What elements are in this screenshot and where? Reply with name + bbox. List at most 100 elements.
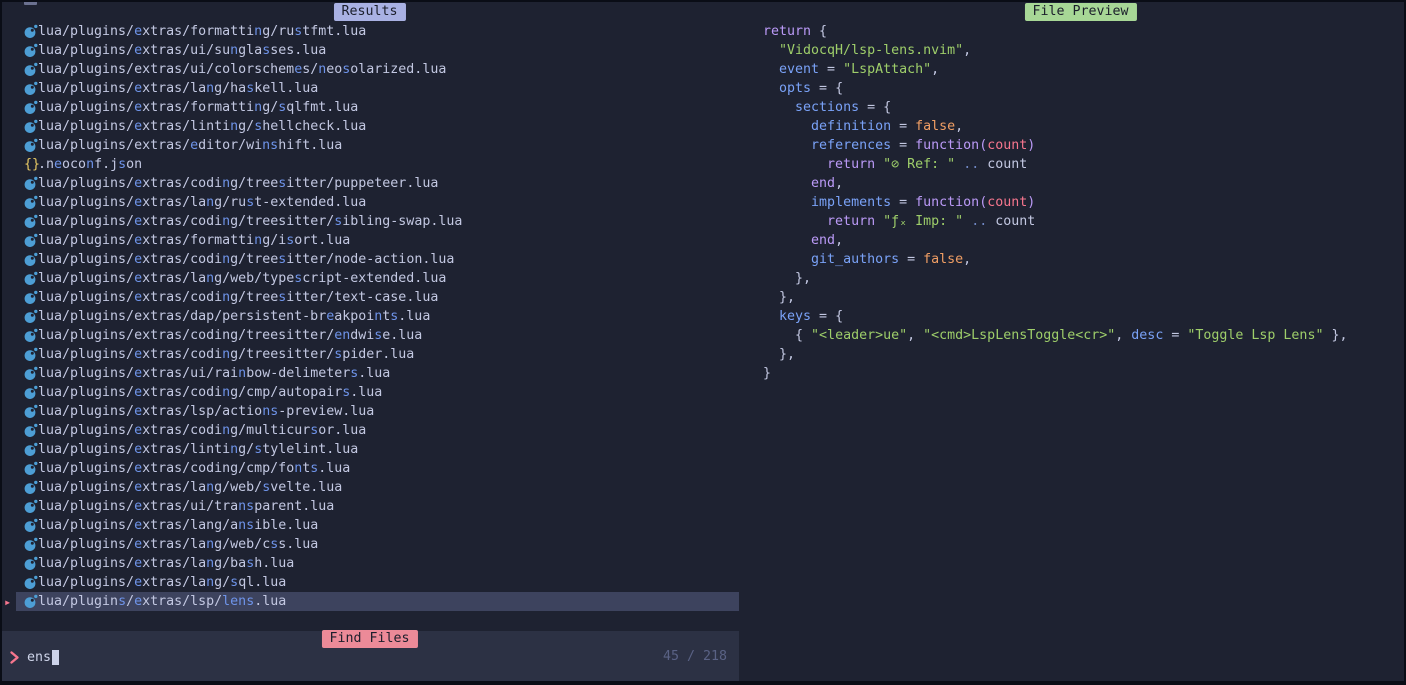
match-char: e — [134, 43, 142, 58]
result-item[interactable]: lua/plugins/extras/coding/treesitter/tex… — [0, 288, 739, 307]
lua-icon — [24, 347, 38, 362]
lua-icon — [24, 252, 38, 267]
result-item[interactable]: lua/plugins/extras/coding/treesitter/end… — [0, 326, 739, 345]
result-item[interactable]: lua/plugins/extras/lang/web/svelte.lua — [0, 478, 739, 497]
result-item[interactable]: lua/plugins/extras/coding/multicursor.lu… — [0, 421, 739, 440]
result-item[interactable]: lua/plugins/extras/coding/treesitter/spi… — [0, 345, 739, 364]
path-segment: qlfmt.lua — [286, 100, 358, 115]
code-token: = — [899, 252, 923, 267]
code-token — [955, 157, 963, 172]
match-char: e — [134, 176, 142, 191]
path-segment: tylelint.lua — [262, 442, 358, 457]
lua-icon — [24, 100, 38, 115]
path-segment: g/ru — [214, 195, 246, 210]
result-item[interactable]: lua/plugins/extras/lang/bash.lua — [0, 554, 739, 573]
result-item[interactable]: lua/plugins/extras/dap/persistent-breakp… — [0, 307, 739, 326]
match-char: n — [206, 556, 214, 571]
result-path: lua/plugins/extras/lang/haskell.lua — [38, 81, 318, 96]
lua-icon — [24, 214, 38, 229]
result-item[interactable]: lua/plugins/extras/lang/sql.lua — [0, 573, 739, 592]
result-item[interactable]: lua/plugins/extras/ui/rainbow-delimeters… — [0, 364, 739, 383]
path-segment: xtras/la — [142, 556, 206, 571]
result-path: lua/plugins/extras/coding/multicursor.lu… — [38, 423, 366, 438]
result-item[interactable]: lua/plugins/extras/formatting/rustfmt.lu… — [0, 22, 739, 41]
path-segment: xtras/formatti — [142, 100, 254, 115]
preview-code-line: return "⊘ Ref: " .. count — [763, 155, 1347, 174]
preview-code-line: return { — [763, 22, 1347, 41]
path-segment: xtras/codi — [142, 423, 222, 438]
match-char: n — [206, 271, 214, 286]
lua-icon — [24, 138, 38, 153]
results-list: lua/plugins/extras/formatting/rustfmt.lu… — [0, 22, 739, 611]
preview-code-line: }, — [763, 345, 1347, 364]
preview-code-line: definition = false, — [763, 117, 1347, 136]
result-path: lua/plugins/extras/formatting/rustfmt.lu… — [38, 24, 366, 39]
result-item[interactable]: lua/plugins/extras/coding/treesitter/sib… — [0, 212, 739, 231]
path-segment: lua/plugins/ — [38, 252, 134, 267]
match-char: e — [134, 81, 142, 96]
match-char: n — [222, 214, 230, 229]
match-char: n — [206, 81, 214, 96]
code-token: , — [835, 176, 843, 191]
result-path: lua/plugins/extras/lang/bash.lua — [38, 556, 294, 571]
result-item[interactable]: lua/plugins/extras/formatting/sqlfmt.lua — [0, 98, 739, 117]
lua-icon — [24, 328, 38, 343]
lua-icon — [24, 271, 38, 286]
result-item[interactable]: lua/plugins/extras/ui/transparent.lua — [0, 497, 739, 516]
result-item[interactable]: lua/plugins/extras/formatting/isort.lua — [0, 231, 739, 250]
path-segment: ible.lua — [254, 518, 318, 533]
result-item[interactable]: lua/plugins/extras/lsp/actions-preview.l… — [0, 402, 739, 421]
result-item[interactable]: lua/plugins/extras/ui/sunglasses.lua — [0, 41, 739, 60]
result-item[interactable]: lua/plugins/extras/lang/rust-extended.lu… — [0, 193, 739, 212]
result-item[interactable]: lua/plugins/extras/lang/haskell.lua — [0, 79, 739, 98]
result-item[interactable]: ▸lua/plugins/extras/lsp/lens.lua — [0, 592, 739, 611]
result-item[interactable]: {}.neoconf.json — [0, 155, 739, 174]
result-item[interactable]: lua/plugins/extras/lang/web/css.lua — [0, 535, 739, 554]
path-segment: itter/node-action.lua — [286, 252, 454, 267]
path-segment: itter/puppeteer.lua — [286, 176, 438, 191]
lua-icon — [24, 290, 38, 305]
result-item[interactable]: lua/plugins/extras/coding/treesitter/pup… — [0, 174, 739, 193]
path-segment: velte.lua — [270, 480, 342, 495]
match-char: e — [134, 404, 142, 419]
code-token: , — [835, 233, 843, 248]
match-char: e — [134, 195, 142, 210]
result-item[interactable]: lua/plugins/extras/coding/cmp/autopairs.… — [0, 383, 739, 402]
result-item[interactable]: lua/plugins/extras/lang/ansible.lua — [0, 516, 739, 535]
result-path: lua/plugins/extras/formatting/isort.lua — [38, 233, 350, 248]
result-path: lua/plugins/extras/formatting/sqlfmt.lua — [38, 100, 358, 115]
path-segment: g/web/type — [214, 271, 294, 286]
match-char: n — [230, 43, 238, 58]
result-item[interactable]: lua/plugins/extras/coding/treesitter/nod… — [0, 250, 739, 269]
code-token: function — [915, 195, 979, 210]
result-item[interactable]: lua/plugins/extras/lang/web/typescript-e… — [0, 269, 739, 288]
path-segment: g/ — [214, 575, 230, 590]
path-segment: lua/plugins/ — [38, 404, 134, 419]
result-item[interactable]: lua/plugins/extras/coding/cmp/fonts.lua — [0, 459, 739, 478]
code-token: "VidocqH/lsp-lens.nvim" — [779, 43, 963, 58]
match-char: n — [222, 252, 230, 267]
result-path: lua/plugins/extras/coding/treesitter/tex… — [38, 290, 438, 305]
lua-icon — [24, 499, 38, 514]
code-token: ( — [979, 195, 987, 210]
match-char: n — [222, 423, 230, 438]
preview-code-line: implements = function(count) — [763, 193, 1347, 212]
lua-icon — [24, 290, 38, 305]
match-char: s — [246, 556, 254, 571]
path-segment: itter/text-case.lua — [286, 290, 438, 305]
code-token: .. — [963, 157, 979, 172]
code-token — [763, 157, 827, 172]
lua-icon — [24, 43, 38, 58]
preview-code-line: "VidocqH/lsp-lens.nvim", — [763, 41, 1347, 60]
path-segment: lua/plugins/ — [38, 518, 134, 533]
result-item[interactable]: lua/plugins/extras/ui/colorschemes/neoso… — [0, 60, 739, 79]
result-path: lua/plugins/extras/lsp/lens.lua — [38, 594, 286, 609]
result-item[interactable]: lua/plugins/extras/linting/shellcheck.lu… — [0, 117, 739, 136]
result-item[interactable]: lua/plugins/extras/linting/stylelint.lua — [0, 440, 739, 459]
code-token: { — [811, 24, 827, 39]
code-token: = { — [811, 81, 843, 96]
preview-code-line: }, — [763, 288, 1347, 307]
search-input[interactable]: ens — [27, 650, 51, 665]
result-item[interactable]: lua/plugins/extras/editor/winshift.lua — [0, 136, 739, 155]
code-token: .. — [971, 214, 987, 229]
